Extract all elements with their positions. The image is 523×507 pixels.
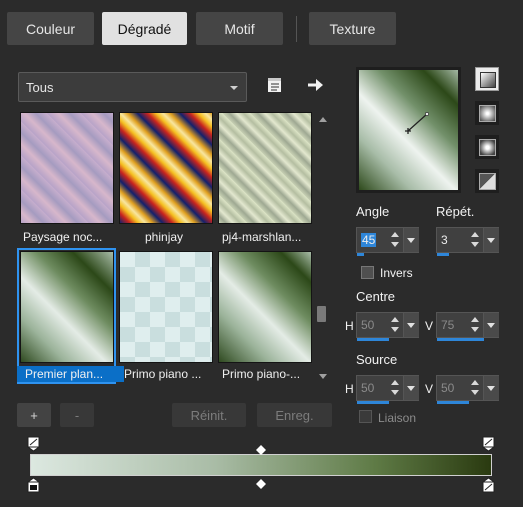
gallery-item-caption[interactable]: Paysage noc... (20, 229, 119, 245)
center-v-value[interactable]: 75 (441, 318, 454, 332)
gallery-item-thumbnail[interactable] (218, 112, 312, 224)
source-label: Source (356, 352, 398, 367)
sunburst-style-icon[interactable] (475, 135, 499, 159)
tab-couleur[interactable]: Couleur (7, 12, 94, 45)
angle-label: Angle (356, 204, 390, 219)
gallery-item-caption[interactable]: pj4-marshlan... (222, 229, 316, 245)
repeat-input[interactable]: 3 (436, 227, 499, 253)
center-h-label: H (345, 319, 354, 333)
color-stop-right-icon[interactable] (481, 477, 496, 493)
gallery-item-thumbnail[interactable] (119, 112, 213, 224)
center-v-down-icon[interactable] (468, 325, 482, 337)
color-midpoint-icon[interactable] (256, 478, 266, 489)
source-h-label: H (345, 382, 354, 396)
center-h-value[interactable]: 50 (361, 318, 374, 332)
link-label[interactable]: Liaison (378, 411, 416, 425)
gallery-item-thumbnail[interactable] (20, 251, 114, 363)
repeat-label: Répét. (436, 204, 475, 219)
rectangular-style-icon[interactable] (475, 101, 499, 125)
repeat-slider-fill[interactable] (437, 253, 449, 256)
angle-value[interactable]: 45 (361, 233, 377, 247)
source-v-label: V (425, 382, 434, 396)
source-h-input[interactable]: 50 (356, 375, 419, 401)
center-h-down-icon[interactable] (388, 325, 402, 337)
source-h-down-icon[interactable] (388, 388, 402, 400)
color-stop-left-icon[interactable] (26, 477, 41, 493)
opacity-stop-right-icon[interactable] (481, 436, 496, 452)
tab-texture[interactable]: Texture (309, 12, 396, 45)
gallery-item-caption[interactable]: Premier plan... (17, 366, 124, 382)
center-v-slider-fill[interactable] (437, 338, 484, 341)
repeat-down-icon[interactable] (468, 240, 482, 252)
gallery-item-thumbnail[interactable] (119, 251, 213, 363)
center-v-label: V (425, 319, 434, 333)
gallery-scrollbar[interactable] (316, 112, 330, 384)
file-list-icon[interactable] (265, 76, 285, 94)
source-h-dropdown-icon[interactable] (403, 376, 419, 400)
gallery-item-caption[interactable]: phinjay (145, 229, 219, 245)
angle-down-icon[interactable] (388, 240, 402, 252)
repeat-value[interactable]: 3 (441, 233, 448, 247)
source-v-input[interactable]: 50 (436, 375, 499, 401)
reset-button[interactable]: Réinit. (172, 403, 246, 427)
center-v-input[interactable]: 75 (436, 312, 499, 338)
angle-dropdown-icon[interactable] (403, 228, 419, 252)
opacity-stop-left-icon[interactable] (26, 436, 41, 452)
radial-style-icon[interactable] (475, 169, 499, 193)
angle-slider-fill[interactable] (357, 253, 364, 256)
center-h-input[interactable]: 50 (356, 312, 419, 338)
tab-divider (296, 16, 297, 42)
arrow-right-icon[interactable] (305, 76, 325, 94)
invert-checkbox[interactable] (361, 266, 374, 279)
gallery-item-thumbnail[interactable] (218, 251, 312, 363)
source-v-slider-fill[interactable] (437, 401, 469, 404)
tab-motif[interactable]: Motif (196, 12, 283, 45)
linear-style-icon[interactable] (475, 67, 499, 91)
source-h-value[interactable]: 50 (361, 381, 374, 395)
center-label: Centre (356, 289, 396, 304)
remove-button[interactable]: - (60, 403, 94, 427)
link-checkbox[interactable] (359, 410, 372, 423)
source-v-dropdown-icon[interactable] (483, 376, 499, 400)
opacity-midpoint-icon[interactable] (256, 444, 266, 455)
add-button[interactable]: + (17, 403, 51, 427)
chevron-down-icon (230, 86, 238, 90)
invert-label[interactable]: Invers (380, 266, 413, 280)
center-h-slider-fill[interactable] (357, 338, 389, 341)
tab-degrade[interactable]: Dégradé (102, 12, 187, 45)
gallery-item-thumbnail[interactable] (20, 112, 114, 224)
category-dropdown[interactable]: Tous (18, 72, 247, 102)
source-v-value[interactable]: 50 (441, 381, 454, 395)
center-h-dropdown-icon[interactable] (403, 313, 419, 337)
gallery-item-caption[interactable]: Primo piano-... (222, 366, 316, 382)
gradient-editor-bar[interactable] (30, 454, 492, 476)
gallery-item-caption[interactable]: Primo piano ... (124, 366, 216, 382)
angle-input[interactable]: 45 (356, 227, 419, 253)
save-button[interactable]: Enreg. (257, 403, 332, 427)
center-v-dropdown-icon[interactable] (483, 313, 499, 337)
angle-handle-icon[interactable] (402, 110, 432, 136)
category-dropdown-value: Tous (26, 79, 54, 95)
scrollbar-thumb[interactable] (317, 306, 326, 322)
repeat-dropdown-icon[interactable] (483, 228, 499, 252)
source-v-down-icon[interactable] (468, 388, 482, 400)
source-h-slider-fill[interactable] (357, 401, 389, 404)
